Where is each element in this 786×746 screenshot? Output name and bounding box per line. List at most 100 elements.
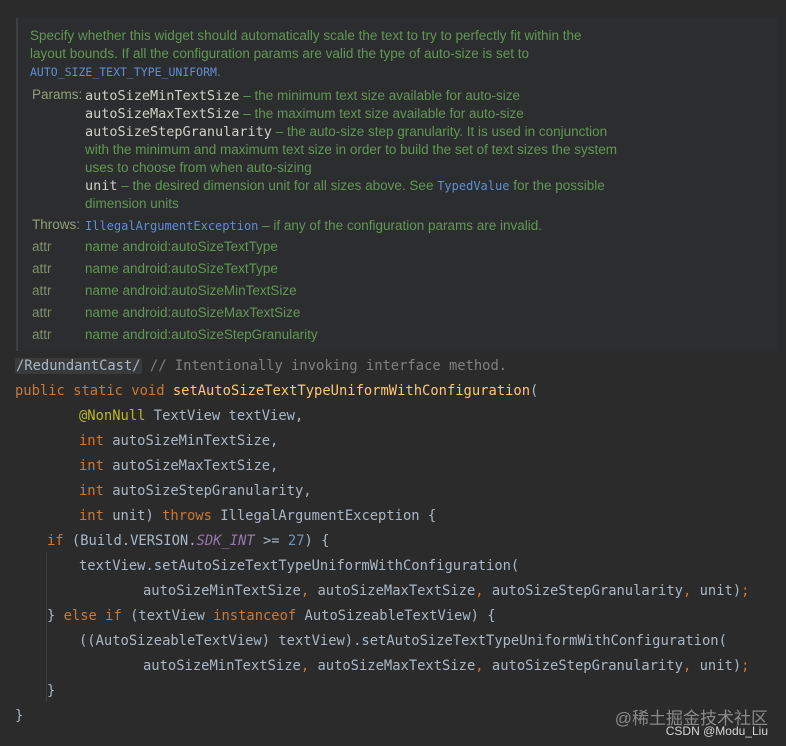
param-name: autoSizeMaxTextSize bbox=[85, 106, 240, 122]
param-desc-continued: with the minimum and maximum text size i… bbox=[85, 142, 617, 157]
code-line-2[interactable]: public static void setAutoSizeTextTypeUn… bbox=[15, 379, 538, 404]
param-name: unit bbox=[85, 178, 118, 194]
params-label: Params: bbox=[32, 87, 83, 102]
comma: , bbox=[475, 658, 492, 674]
keyword: else if bbox=[63, 608, 122, 624]
code-line-1[interactable]: /RedundantCast/ // Intentionally invokin… bbox=[15, 354, 507, 379]
code-text: TextView textView, bbox=[145, 408, 304, 424]
param-desc-continued: dimension units bbox=[85, 196, 179, 211]
doc-constant-link[interactable]: AUTO_SIZE_TEXT_TYPE_UNIFORM bbox=[30, 65, 217, 79]
code-text: autoSizeMaxTextSize, bbox=[103, 458, 279, 474]
code-text: autoSizeStepGranularity, bbox=[103, 483, 312, 499]
semicolon: ; bbox=[741, 583, 750, 599]
doc-paragraph-line-1: Specify whether this widget should autom… bbox=[30, 28, 582, 43]
code-line-11[interactable]: } else if (textView instanceof AutoSizea… bbox=[47, 604, 496, 629]
param-desc: – the maximum text size available for au… bbox=[239, 106, 524, 121]
param-desc: – the minimum text size available for au… bbox=[239, 88, 521, 103]
argument: autoSizeMinTextSize bbox=[143, 658, 301, 674]
static-field: SDK_INT bbox=[196, 533, 255, 549]
doc-paragraph-line-3: AUTO_SIZE_TEXT_TYPE_UNIFORM. bbox=[30, 63, 680, 81]
param-row: unit – the desired dimension unit for al… bbox=[85, 177, 605, 195]
typedvalue-link[interactable]: TypedValue bbox=[437, 179, 509, 193]
param-desc-continued: uses to choose from when auto-sizing bbox=[85, 160, 312, 175]
attr-label: attr bbox=[32, 305, 52, 320]
attr-value: name android:autoSizeTextType bbox=[85, 261, 278, 276]
comma: , bbox=[682, 583, 700, 599]
throws-desc: – if any of the configuration params are… bbox=[258, 218, 543, 233]
throws-row: IllegalArgumentException – if any of the… bbox=[85, 217, 542, 235]
code-text: ) bbox=[732, 658, 742, 674]
argument: autoSizeStepGranularity bbox=[491, 658, 683, 674]
attr-value: name android:autoSizeMinTextSize bbox=[85, 283, 297, 298]
code-text: ) bbox=[732, 583, 742, 599]
code-text: >= bbox=[254, 533, 288, 549]
keyword: int bbox=[79, 458, 104, 474]
suppress-marker: /RedundantCast/ bbox=[15, 358, 142, 374]
attr-value: name android:autoSizeMaxTextSize bbox=[85, 305, 301, 320]
param-row: autoSizeMinTextSize – the minimum text s… bbox=[85, 87, 520, 105]
param-name: autoSizeMinTextSize bbox=[85, 88, 240, 104]
keyword: throws bbox=[162, 508, 212, 524]
code-line-9[interactable]: textView.setAutoSizeTextTypeUniformWithC… bbox=[79, 554, 519, 579]
keyword: if bbox=[47, 533, 64, 549]
attr-label: attr bbox=[32, 283, 52, 298]
argument: unit bbox=[699, 658, 733, 674]
code-line-7[interactable]: int unit) throws IllegalArgumentExceptio… bbox=[79, 504, 436, 529]
method-name: setAutoSizeTextTypeUniformWithConfigurat… bbox=[172, 383, 531, 399]
argument: autoSizeMaxTextSize bbox=[317, 583, 476, 599]
throws-label: Throws: bbox=[32, 217, 81, 232]
argument: autoSizeMaxTextSize bbox=[317, 658, 476, 674]
attr-value: name android:autoSizeStepGranularity bbox=[85, 327, 318, 342]
code-line-5[interactable]: int autoSizeMaxTextSize, bbox=[79, 454, 278, 479]
argument: autoSizeMinTextSize bbox=[143, 583, 301, 599]
code-line-13[interactable]: autoSizeMinTextSize, autoSizeMaxTextSize… bbox=[143, 654, 749, 679]
code-line-15[interactable]: } bbox=[15, 704, 23, 729]
comma: , bbox=[682, 658, 700, 674]
annotation: @NonNull bbox=[79, 408, 146, 424]
code-text: } bbox=[47, 608, 64, 624]
param-desc: – the auto-size step granularity. It is … bbox=[271, 124, 608, 139]
code-line-8[interactable]: if (Build.VERSION.SDK_INT >= 27) { bbox=[47, 529, 329, 554]
javadoc-panel: Specify whether this widget should autom… bbox=[16, 18, 778, 351]
number-literal: 27 bbox=[287, 533, 305, 549]
keyword: public static void bbox=[15, 383, 173, 399]
code-text: unit) bbox=[103, 508, 163, 524]
code-line-6[interactable]: int autoSizeStepGranularity, bbox=[79, 479, 312, 504]
attr-label: attr bbox=[32, 261, 52, 276]
keyword: instanceof bbox=[213, 608, 297, 624]
semicolon: ; bbox=[741, 658, 750, 674]
code-line-4[interactable]: int autoSizeMinTextSize, bbox=[79, 429, 278, 454]
code-text: IllegalArgumentException { bbox=[211, 508, 437, 524]
exception-link[interactable]: IllegalArgumentException bbox=[85, 219, 258, 233]
argument: unit bbox=[699, 583, 733, 599]
code-text: (textView bbox=[121, 608, 214, 624]
argument: autoSizeStepGranularity bbox=[491, 583, 683, 599]
param-row: autoSizeMaxTextSize – the maximum text s… bbox=[85, 105, 524, 123]
code-line-12[interactable]: ((AutoSizeableTextView) textView).setAut… bbox=[79, 629, 727, 654]
comma: , bbox=[300, 658, 318, 674]
keyword: int bbox=[79, 433, 104, 449]
code-text: (Build.VERSION. bbox=[63, 533, 197, 549]
code-line-14[interactable]: } bbox=[47, 679, 55, 704]
param-desc: for the possible bbox=[509, 178, 605, 193]
attr-value: name android:autoSizeTextType bbox=[85, 239, 278, 254]
code-text: ( bbox=[530, 383, 539, 399]
param-row: autoSizeStepGranularity – the auto-size … bbox=[85, 123, 607, 141]
code-text: AutoSizeableTextView) { bbox=[296, 608, 496, 624]
attr-label: attr bbox=[32, 327, 52, 342]
code-text: autoSizeMinTextSize, bbox=[103, 433, 279, 449]
csdn-watermark: CSDN @Modu_Liu bbox=[665, 724, 768, 738]
keyword: int bbox=[79, 483, 104, 499]
param-name: autoSizeStepGranularity bbox=[85, 124, 272, 140]
keyword: int bbox=[79, 508, 104, 524]
code-comment: // Intentionally invoking interface meth… bbox=[141, 358, 508, 374]
comma: , bbox=[300, 583, 318, 599]
code-line-3[interactable]: @NonNull TextView textView, bbox=[79, 404, 303, 429]
doc-paragraph-line-2: layout bounds. If all the configuration … bbox=[30, 46, 530, 61]
comma: , bbox=[475, 583, 492, 599]
code-text: ) { bbox=[304, 533, 330, 549]
doc-period: . bbox=[216, 64, 221, 79]
attr-label: attr bbox=[32, 239, 52, 254]
param-desc: – the desired dimension unit for all siz… bbox=[117, 178, 438, 193]
code-line-10[interactable]: autoSizeMinTextSize, autoSizeMaxTextSize… bbox=[143, 579, 749, 604]
